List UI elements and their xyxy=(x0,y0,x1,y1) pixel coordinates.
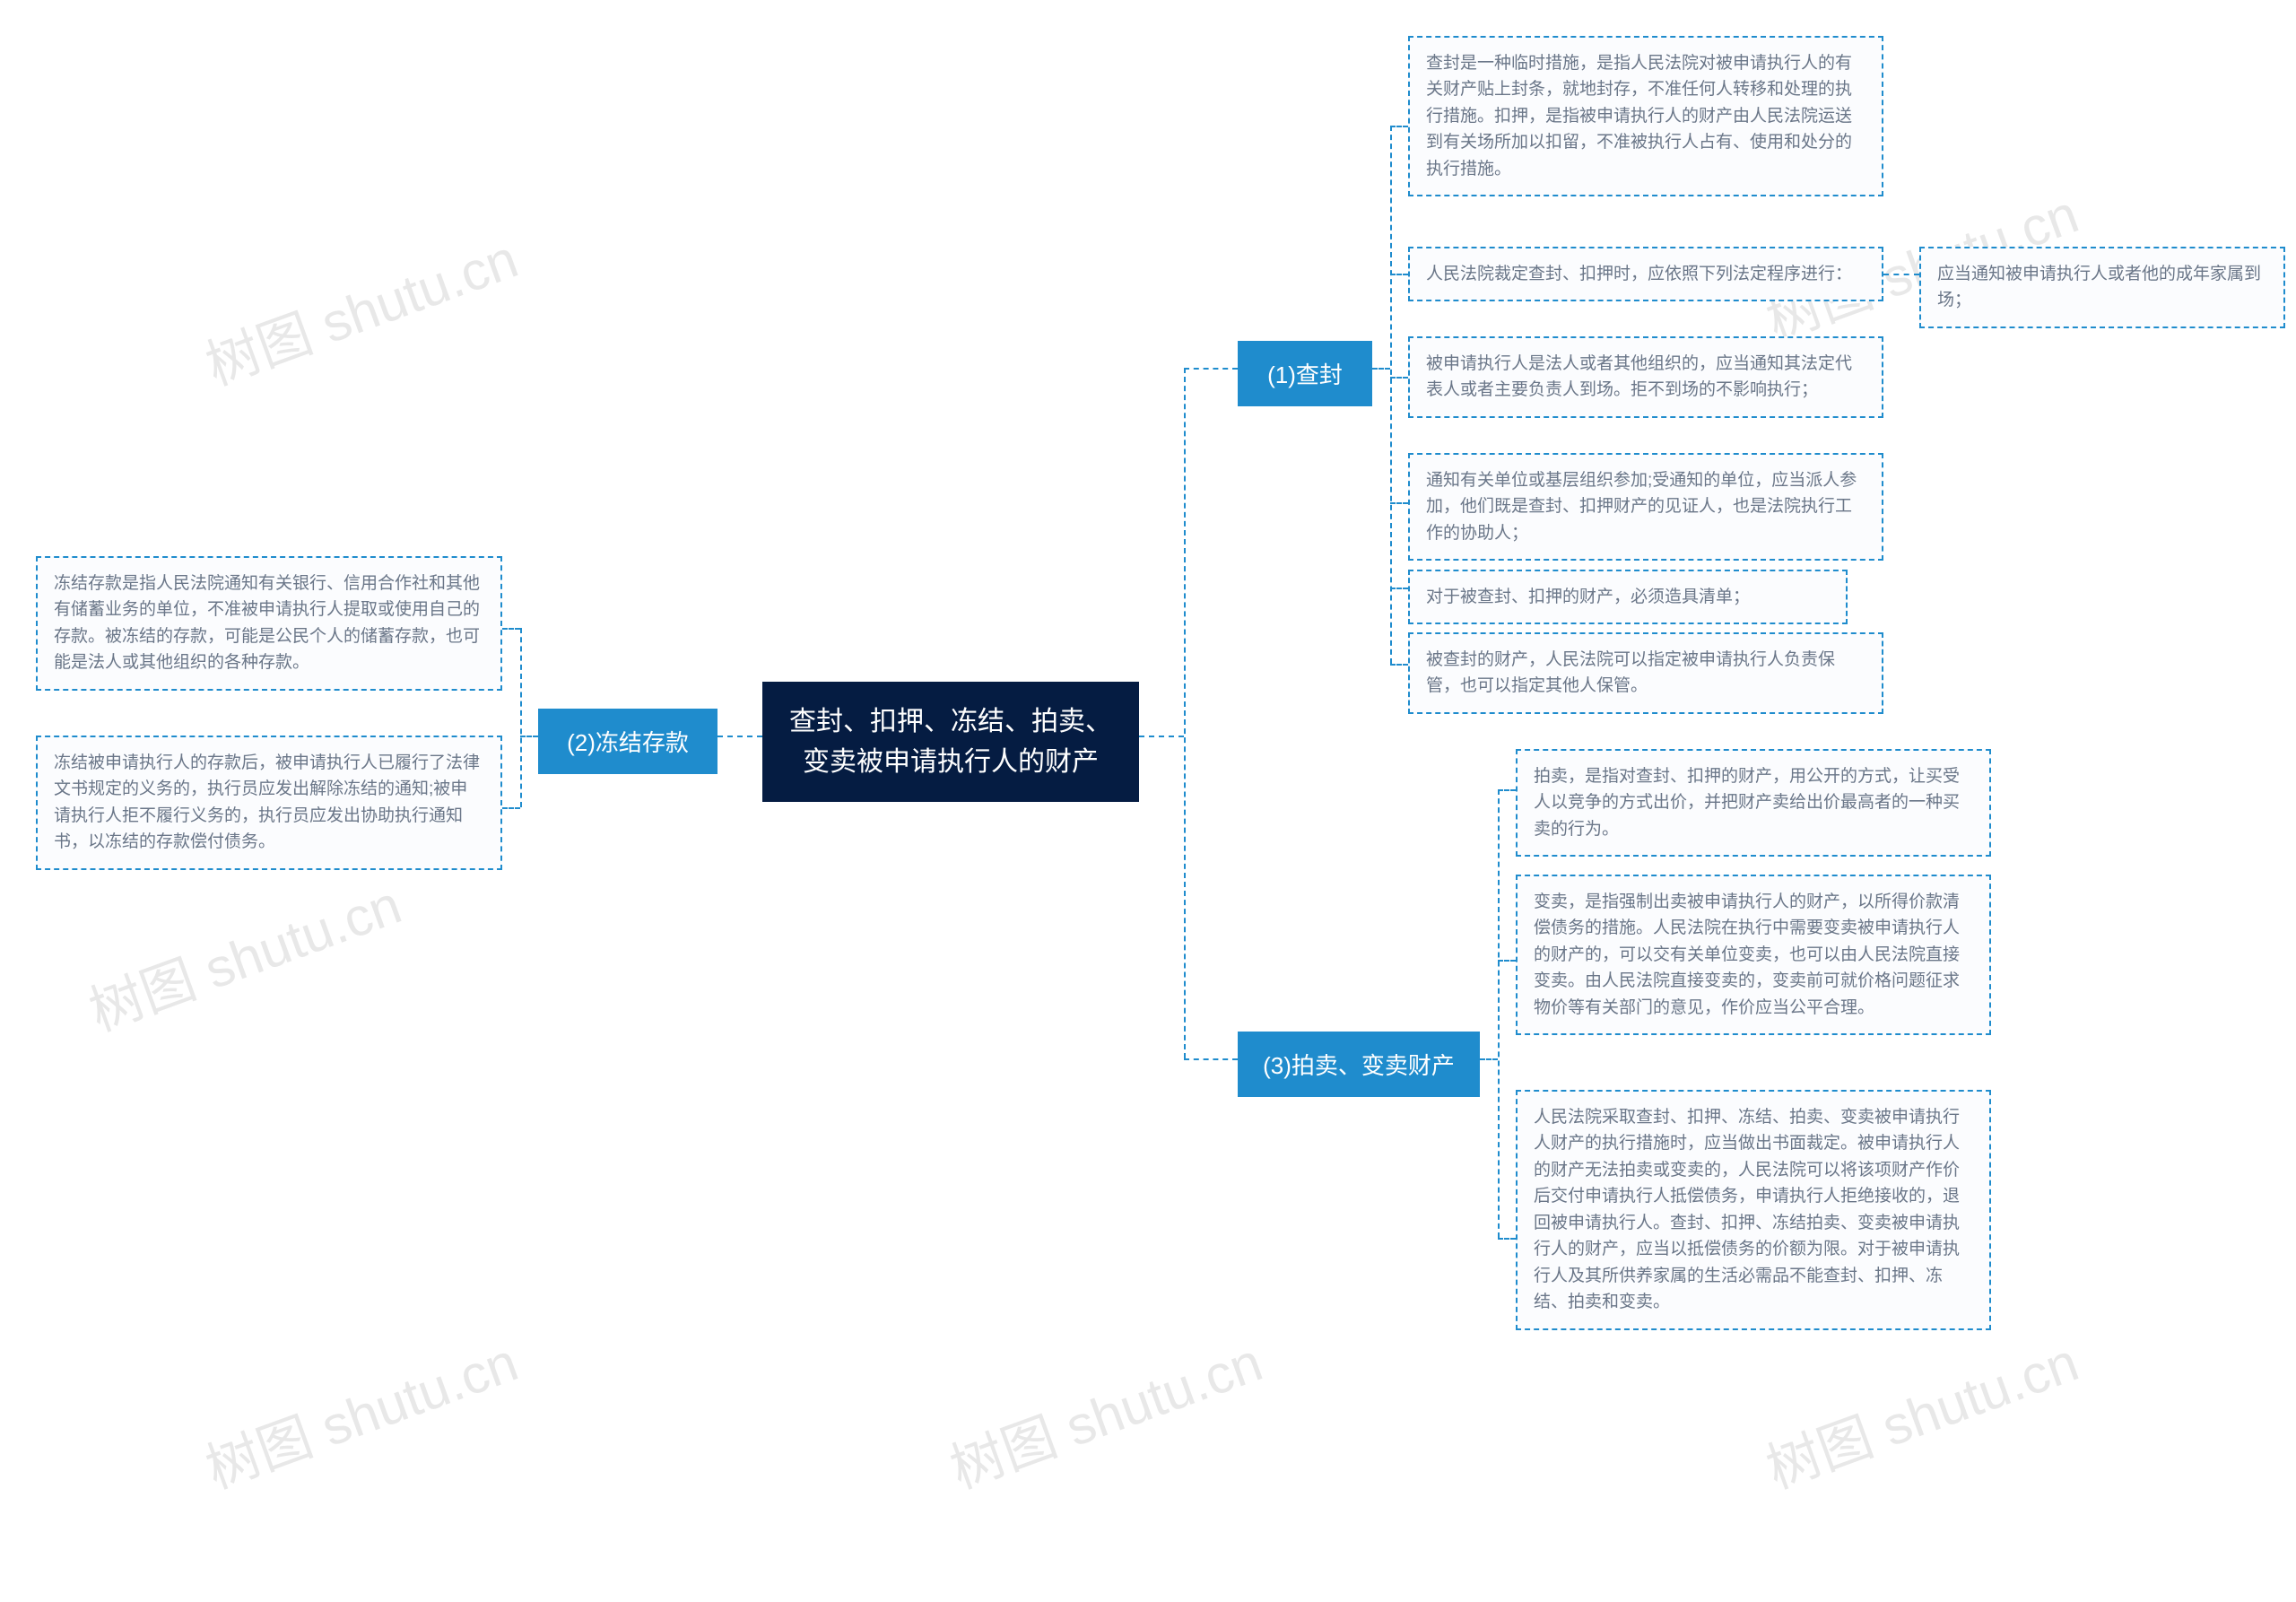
connector xyxy=(1184,368,1186,1058)
leaf-chafeng-2-sub: 应当通知被申请执行人或者他的成年家属到场； xyxy=(1919,247,2285,328)
leaf-chafeng-3: 被申请执行人是法人或者其他组织的，应当通知其法定代表人或者主要负责人到场。拒不到… xyxy=(1408,336,1883,418)
connector xyxy=(1498,789,1500,1238)
branch-chafeng: (1)查封 xyxy=(1238,341,1372,406)
watermark: 树图 shutu.cn xyxy=(938,1319,1271,1503)
branch-paimai: (3)拍卖、变卖财产 xyxy=(1238,1032,1480,1097)
connector xyxy=(1498,789,1516,791)
leaf-dongjie-2: 冻结被申请执行人的存款后，被申请执行人已履行了法律文书规定的义务的，执行员应发出… xyxy=(36,736,502,870)
connector xyxy=(1372,368,1390,370)
leaf-paimai-2: 变卖，是指强制出卖被申请执行人的财产，以所得价款清偿债务的措施。人民法院在执行中… xyxy=(1516,875,1991,1035)
connector xyxy=(502,807,520,809)
connector xyxy=(1390,502,1408,504)
connector xyxy=(1480,1058,1498,1060)
leaf-chafeng-6: 被查封的财产，人民法院可以指定被申请执行人负责保管，也可以指定其他人保管。 xyxy=(1408,632,1883,714)
branch-dongjie: (2)冻结存款 xyxy=(538,709,718,774)
leaf-chafeng-2: 人民法院裁定查封、扣押时，应依照下列法定程序进行： xyxy=(1408,247,1883,301)
connector xyxy=(520,628,522,807)
watermark: 树图 shutu.cn xyxy=(194,215,526,400)
connector xyxy=(1498,1238,1516,1240)
connector xyxy=(520,736,538,737)
leaf-chafeng-5: 对于被查封、扣押的财产，必须造具清单； xyxy=(1408,570,1848,624)
connector xyxy=(1390,126,1392,664)
watermark: 树图 shutu.cn xyxy=(77,861,410,1046)
connector xyxy=(502,628,520,630)
connector xyxy=(1390,126,1408,127)
connector xyxy=(1390,664,1408,666)
watermark: 树图 shutu.cn xyxy=(194,1319,526,1503)
connector xyxy=(1184,1058,1238,1060)
connector xyxy=(1883,274,1919,275)
leaf-paimai-3: 人民法院采取查封、扣押、冻结、拍卖、变卖被申请执行人财产的执行措施时，应当做出书… xyxy=(1516,1090,1991,1330)
leaf-chafeng-4: 通知有关单位或基层组织参加;受通知的单位，应当派人参加，他们既是查封、扣押财产的… xyxy=(1408,453,1883,561)
connector xyxy=(1390,588,1408,589)
leaf-chafeng-1: 查封是一种临时措施，是指人民法院对被申请执行人的有关财产贴上封条，就地封存，不准… xyxy=(1408,36,1883,196)
connector xyxy=(1184,368,1238,370)
leaf-dongjie-1: 冻结存款是指人民法院通知有关银行、信用合作社和其他有储蓄业务的单位，不准被申请执… xyxy=(36,556,502,691)
leaf-paimai-1: 拍卖，是指对查封、扣押的财产，用公开的方式，让买受人以竞争的方式出价，并把财产卖… xyxy=(1516,749,1991,857)
connector xyxy=(1139,736,1184,737)
connector xyxy=(1390,274,1408,275)
center-node: 查封、扣押、冻结、拍卖、变卖被申请执行人的财产 xyxy=(762,682,1139,802)
connector xyxy=(718,736,762,737)
connector xyxy=(1498,960,1516,962)
watermark: 树图 shutu.cn xyxy=(1754,1319,2087,1503)
connector xyxy=(1390,377,1408,379)
